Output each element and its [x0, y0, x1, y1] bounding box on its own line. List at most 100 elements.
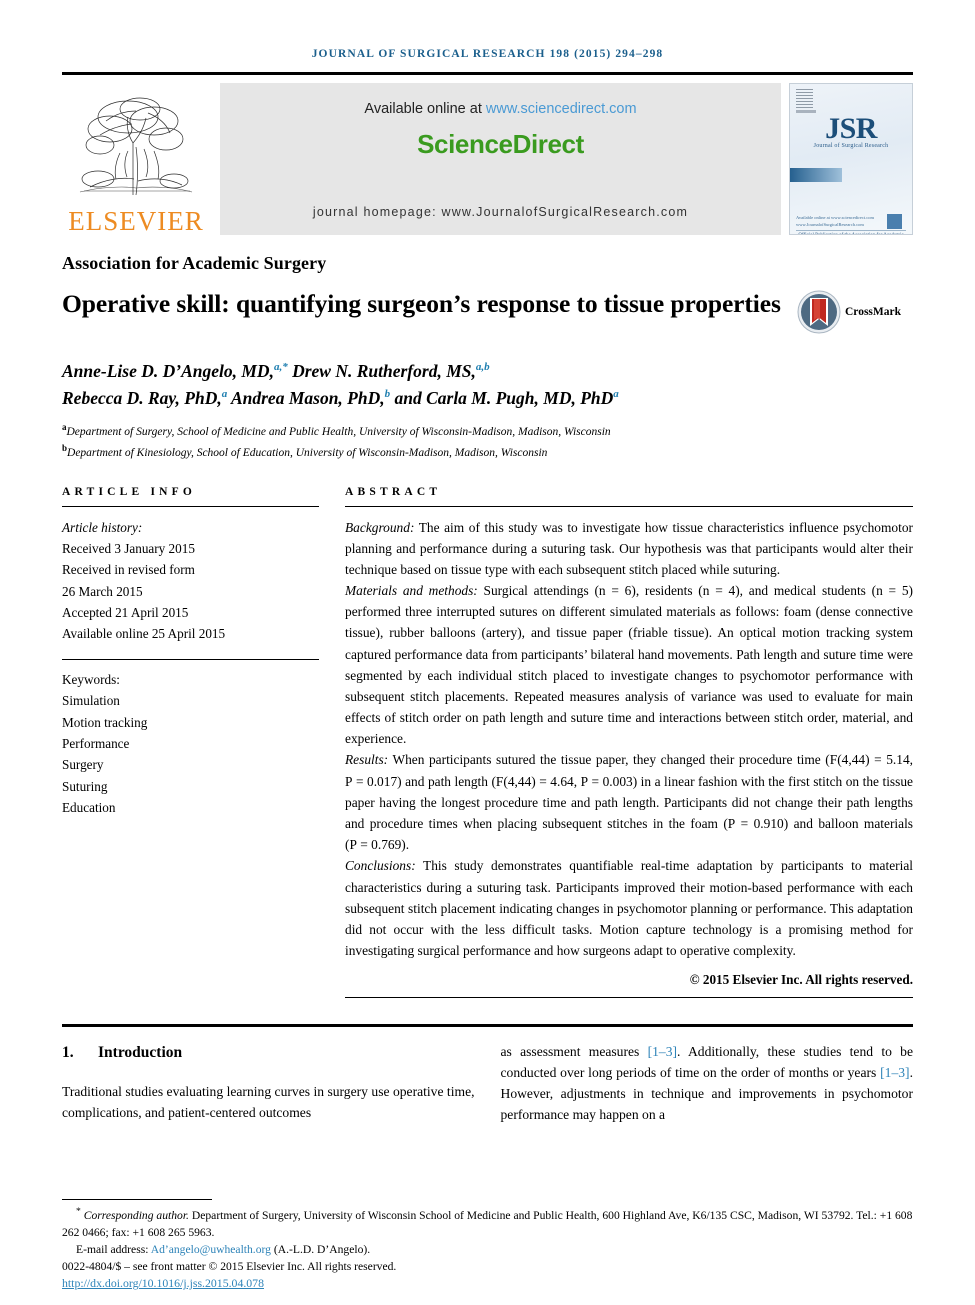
- corresponding-author-note: * Corresponding author. Department of Su…: [62, 1205, 913, 1241]
- abstract-section: Results: When participants sutured the t…: [345, 749, 913, 855]
- elsevier-wordmark: ELSEVIER: [68, 206, 204, 236]
- available-online-line: Available online at www.sciencedirect.co…: [220, 83, 781, 117]
- society-name: Association for Academic Surgery: [62, 253, 327, 273]
- elsevier-logo: ELSEVIER: [62, 83, 210, 235]
- author-2-marker: a,b: [475, 361, 490, 374]
- email-note: E-mail address: Ad’angelo@uwhealth.org (…: [62, 1241, 913, 1258]
- history-item: 26 March 2015: [62, 583, 143, 599]
- cover-acronym: JSR: [825, 112, 877, 145]
- abstract-section-text: This study demonstrates quantifiable rea…: [345, 858, 913, 959]
- abstract-body: Background: The aim of this study was to…: [345, 517, 913, 962]
- journal-article-page: JOURNAL OF SURGICAL RESEARCH 198 (2015) …: [0, 0, 975, 1305]
- keyword-item: Performance: [62, 735, 130, 751]
- crossmark-icon: [797, 290, 841, 334]
- history-item: Available online 25 April 2015: [62, 626, 226, 642]
- cover-elsevier-mini-icon: [796, 89, 813, 109]
- abstract-end-rule: [345, 997, 913, 999]
- footnote-block: * Corresponding author. Department of Su…: [62, 1198, 913, 1291]
- citation-link-2[interactable]: [1–3]: [880, 1065, 909, 1080]
- history-item: Received in revised form: [62, 562, 195, 578]
- author-2: Drew N. Rutherford, MS,: [287, 361, 476, 382]
- corresponding-label: Corresponding author.: [83, 1208, 189, 1222]
- citation-link-1[interactable]: [1–3]: [648, 1044, 677, 1059]
- body-column-right: as assessment measures [1–3]. Additional…: [501, 1041, 914, 1125]
- keywords-label: Keywords:: [62, 671, 120, 687]
- intro-text-a: as assessment measures: [500, 1044, 648, 1060]
- journal-homepage-line: journal homepage: www.JournalofSurgicalR…: [312, 205, 689, 219]
- sciencedirect-wordmark: ScienceDirect: [417, 129, 584, 159]
- abstract-section: Background: The aim of this study was to…: [345, 517, 913, 581]
- abstract-section-label: Materials and methods:: [345, 583, 478, 599]
- header-rule: [62, 72, 913, 75]
- abstract-section-text: Surgical attendings (n = 6), residents (…: [345, 583, 913, 747]
- abstract-heading: ABSTRACT: [345, 485, 442, 498]
- running-head: JOURNAL OF SURGICAL RESEARCH 198 (2015) …: [311, 48, 664, 60]
- affiliation-text: Department of Kinesiology, School of Edu…: [67, 446, 548, 459]
- doi-link[interactable]: http://dx.doi.org/10.1016/j.jss.2015.04.…: [62, 1276, 913, 1291]
- issn-line: 0022-4804/$ – see front matter © 2015 El…: [62, 1259, 397, 1273]
- title-row: Operative skill: quantifying surgeon’s r…: [62, 274, 913, 336]
- article-info-heading: ARTICLE INFO: [62, 485, 197, 498]
- intro-paragraph-right: as assessment measures [1–3]. Additional…: [501, 1041, 914, 1125]
- page-title: Operative skill: quantifying surgeon’s r…: [62, 289, 781, 318]
- corresponding-marker: *: [76, 1205, 81, 1217]
- cover-association-line: Official Publication of the Association …: [790, 232, 912, 234]
- keywords-list: Keywords: Simulation Motion tracking Per…: [62, 669, 319, 819]
- abstract-section-label: Conclusions:: [345, 858, 416, 874]
- footnote-rule: [62, 1198, 212, 1200]
- abstract-copyright: © 2015 Elsevier Inc. All rights reserved…: [689, 972, 913, 988]
- abstract-section-text: When participants sutured the tissue pap…: [345, 752, 913, 853]
- keyword-item: Education: [62, 800, 116, 816]
- email-label: E-mail address:: [76, 1242, 151, 1256]
- sciencedirect-url-link[interactable]: www.sciencedirect.com: [486, 101, 637, 117]
- abstract-section-label: Results:: [345, 752, 389, 768]
- cover-footer-rule: [796, 230, 906, 231]
- keyword-item: Simulation: [62, 693, 120, 709]
- email-attribution: (A.-L.D. D’Angelo).: [270, 1242, 371, 1256]
- abstract-section-label: Background:: [345, 519, 415, 535]
- journal-cover-thumbnail: JSR Journal of Surgical Research Officia…: [789, 83, 913, 235]
- body-columns: 1. Introduction Traditional studies eval…: [62, 1041, 913, 1125]
- author-4: Andrea Mason, PhD,: [227, 388, 385, 409]
- author-3: Rebecca D. Ray, PhD,: [62, 388, 222, 409]
- affiliation-list: aDepartment of Surgery, School of Medici…: [62, 421, 913, 461]
- abstract-column: ABSTRACT Background: The aim of this stu…: [345, 486, 913, 999]
- author-5-marker: a: [613, 388, 619, 401]
- cover-title-group: JSR Journal of Surgical Research: [790, 112, 912, 149]
- keyword-item: Surgery: [62, 757, 104, 773]
- author-5: and Carla M. Pugh, MD, PhD: [390, 388, 614, 409]
- history-item: Received 3 January 2015: [62, 540, 195, 556]
- cover-accent-bar-1: [790, 168, 842, 182]
- cover-subtitle: Journal of Surgical Research: [813, 143, 889, 149]
- elsevier-tree-icon: [70, 91, 202, 207]
- affiliation-item: bDepartment of Kinesiology, School of Ed…: [62, 442, 913, 462]
- history-item: Accepted 21 April 2015: [62, 605, 189, 621]
- article-history: Article history: Received 3 January 2015…: [62, 517, 319, 645]
- crossmark-badge[interactable]: CrossMark: [797, 290, 913, 334]
- intro-paragraph-left: Traditional studies evaluating learning …: [62, 1084, 475, 1121]
- affiliation-item: aDepartment of Surgery, School of Medici…: [62, 421, 913, 441]
- sciencedirect-banner: Available online at www.sciencedirect.co…: [220, 83, 781, 235]
- keyword-item: Suturing: [62, 778, 108, 794]
- section-title: Introduction: [98, 1044, 183, 1062]
- keywords-rule: [62, 658, 319, 660]
- author-list: Anne-Lise D. D’Angelo, MD,a,* Drew N. Ru…: [62, 358, 913, 412]
- section-heading-introduction: 1. Introduction: [62, 1041, 475, 1065]
- info-abstract-columns: ARTICLE INFO Article history: Received 3…: [62, 486, 913, 999]
- author-1-marker: a,*: [273, 361, 288, 374]
- body-column-left: 1. Introduction Traditional studies eval…: [62, 1041, 501, 1125]
- article-info-column: ARTICLE INFO Article history: Received 3…: [62, 486, 345, 999]
- abstract-section: Materials and methods: Surgical attendin…: [345, 580, 913, 749]
- available-online-text: Available online at: [364, 101, 486, 117]
- article-info-rule: [62, 505, 319, 507]
- abstract-section-text: The aim of this study was to investigate…: [345, 519, 913, 577]
- section-number: 1.: [62, 1044, 74, 1062]
- author-1: Anne-Lise D. D’Angelo, MD,: [62, 361, 274, 382]
- affiliation-text: Department of Surgery, School of Medicin…: [66, 426, 611, 439]
- abstract-rule: [345, 505, 913, 507]
- corresponding-address: Department of Surgery, University of Wis…: [62, 1208, 913, 1239]
- email-link[interactable]: Ad’angelo@uwhealth.org: [151, 1243, 271, 1256]
- abstract-section: Conclusions: This study demonstrates qua…: [345, 855, 913, 961]
- crossmark-label: CrossMark: [845, 306, 902, 318]
- keyword-item: Motion tracking: [62, 714, 148, 730]
